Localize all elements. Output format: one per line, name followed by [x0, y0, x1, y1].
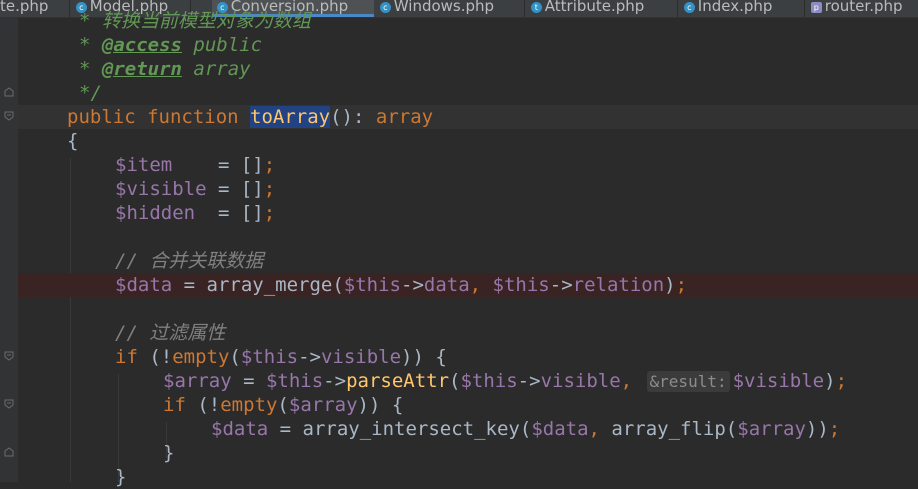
code-line: $data = array_intersect_key($data, array… [211, 418, 841, 440]
fold-start-icon[interactable] [4, 111, 14, 121]
fold-start-icon[interactable] [4, 399, 14, 409]
doc-comment: * 转换当前模型对象为数组 [79, 10, 311, 32]
code-line-breakpoint: $data = array_merge($this->data, $this->… [18, 273, 918, 297]
code-line-current: public function toArray(): array [18, 105, 918, 129]
doc-tag: @return [101, 58, 182, 80]
function-name[interactable]: toArray [250, 106, 331, 128]
code-line: $item = []; [115, 154, 276, 176]
code-line: if (!empty($array)) { [163, 394, 404, 416]
code-editor[interactable]: * 转换当前模型对象为数组 * @access public * @return… [18, 10, 918, 488]
code-line: $visible = []; [115, 178, 276, 200]
code-line: $array = $this->parseAttr($this->visible… [163, 370, 848, 392]
doc-tag: @access [101, 34, 182, 56]
code-line: { [67, 130, 79, 152]
code-line: * @access public [79, 34, 263, 56]
line-comment: // 过滤属性 [115, 322, 226, 344]
parameter-hint: &result: [646, 371, 730, 392]
fold-end-icon[interactable] [4, 447, 14, 457]
code-line: } [115, 466, 127, 488]
editor-gutter [0, 18, 18, 482]
code-line: * @return array [79, 58, 251, 80]
fold-start-icon[interactable] [4, 351, 14, 361]
line-comment: // 合并关联数据 [115, 250, 264, 272]
code-line: * 转换当前模型对象为数组 [18, 9, 918, 33]
code-line: $hidden = []; [115, 202, 276, 224]
code-line: // 过滤属性 [18, 321, 918, 345]
fold-end-icon[interactable] [4, 87, 14, 97]
code-line: if (!empty($this->visible)) { [115, 346, 447, 368]
code-line: } [163, 442, 175, 464]
code-line: // 合并关联数据 [18, 249, 918, 273]
code-line: */ [79, 82, 102, 104]
